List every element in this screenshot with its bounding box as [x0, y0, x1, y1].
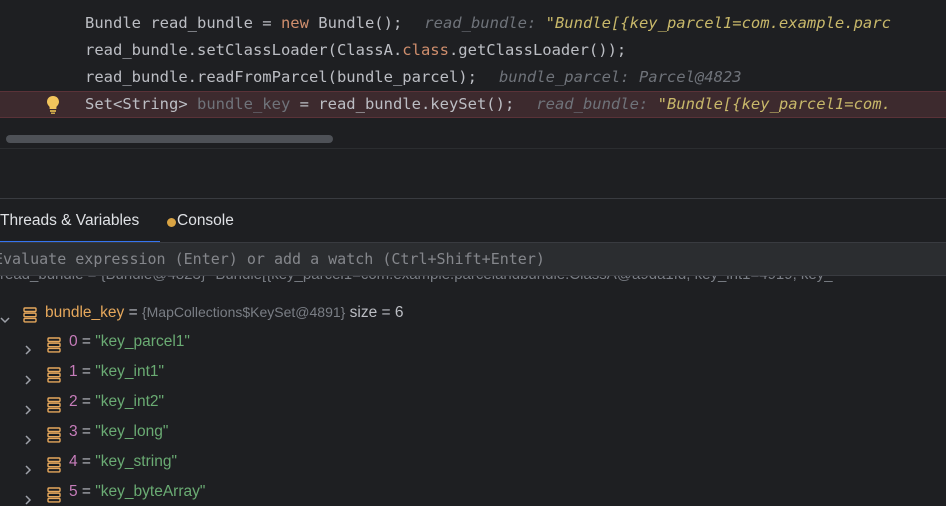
horizontal-scrollbar-thumb[interactable]: [6, 135, 333, 143]
field-icon: [47, 394, 61, 413]
tab-label: Threads & Variables: [0, 212, 140, 229]
variable-text: 0 = "key_parcel1": [69, 333, 190, 350]
field-icon: [47, 484, 61, 503]
list-item[interactable]: 3 = "key_long": [0, 417, 946, 447]
chevron-right-icon[interactable]: [23, 366, 33, 385]
field-icon: [47, 424, 61, 443]
code-text: Bundle read_bundle = new Bundle(); read_b…: [85, 14, 891, 32]
code-text: read_bundle.readFromParcel(bundle_parcel…: [85, 68, 742, 86]
variable-text: 5 = "key_byteArray": [69, 483, 206, 500]
chevron-down-icon[interactable]: [0, 306, 10, 324]
panel-divider: [0, 148, 946, 199]
list-item[interactable]: 1 = "key_int1": [0, 357, 946, 387]
variable-text: bundle_key = {MapCollections$KeySet@4891…: [45, 304, 404, 321]
variables-tree[interactable]: read_bundle = {Bundle@4823} "Bundle[{key…: [0, 276, 946, 506]
lightbulb-icon[interactable]: [46, 95, 60, 115]
field-icon: [47, 364, 61, 383]
field-icon: [23, 304, 37, 323]
chevron-right-icon[interactable]: [23, 456, 33, 475]
chevron-right-icon[interactable]: [23, 426, 33, 445]
variable-text: 3 = "key_long": [69, 423, 169, 440]
console-icon: [167, 218, 176, 227]
code-line-current[interactable]: Set<String> bundle_key = read_bundle.key…: [0, 91, 946, 118]
code-text: Set<String> bundle_key = read_bundle.key…: [85, 95, 891, 113]
evaluate-bar: [0, 242, 946, 276]
list-item[interactable]: 5 = "key_byteArray": [0, 477, 946, 506]
list-item[interactable]: 2 = "key_int2": [0, 387, 946, 417]
variable-text: 4 = "key_string": [69, 453, 177, 470]
list-item[interactable]: 4 = "key_string": [0, 447, 946, 477]
variable-text: 1 = "key_int1": [69, 363, 165, 380]
chevron-right-icon[interactable]: [23, 396, 33, 415]
chevron-right-icon[interactable]: [23, 486, 33, 505]
tab-console[interactable]: Console: [167, 199, 234, 243]
evaluate-expression-input[interactable]: [0, 243, 940, 275]
debug-tabs: Threads & Variables Console: [0, 198, 946, 243]
code-line-2[interactable]: read_bundle.setClassLoader(ClassA.class.…: [0, 37, 946, 64]
variable-row-partial[interactable]: read_bundle = {Bundle@4823} "Bundle[{key…: [0, 276, 946, 284]
field-icon: [47, 334, 61, 353]
tab-label: Console: [177, 212, 234, 229]
variable-row-bundle-key[interactable]: bundle_key = {MapCollections$KeySet@4891…: [0, 297, 946, 327]
list-item[interactable]: 0 = "key_parcel1": [0, 327, 946, 357]
variable-text: 2 = "key_int2": [69, 393, 165, 410]
code-editor[interactable]: Bundle read_bundle = new Bundle(); read_b…: [0, 0, 946, 148]
code-text: read_bundle.setClassLoader(ClassA.class.…: [85, 41, 627, 59]
code-line-3[interactable]: read_bundle.readFromParcel(bundle_parcel…: [0, 64, 946, 91]
field-icon: [47, 454, 61, 473]
tab-threads-variables[interactable]: Threads & Variables: [0, 199, 160, 243]
code-line-1[interactable]: Bundle read_bundle = new Bundle(); read_b…: [0, 10, 946, 37]
chevron-right-icon[interactable]: [23, 336, 33, 355]
